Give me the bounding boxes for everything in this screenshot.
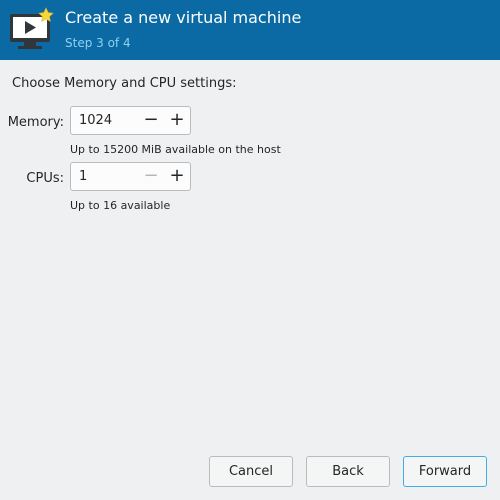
back-button[interactable]: Back [306,456,390,487]
cpus-label: CPUs: [26,171,64,186]
section-title: Choose Memory and CPU settings: [12,76,237,91]
cpus-spinbox[interactable]: − + [70,162,191,191]
memory-label: Memory: [7,115,64,130]
forward-button[interactable]: Forward [403,456,487,487]
cpus-decrement-button[interactable]: − [139,165,163,188]
cpus-hint: Up to 16 available [70,199,171,212]
memory-hint: Up to 15200 MiB available on the host [70,143,281,156]
memory-input[interactable] [79,113,134,128]
wizard-step-indicator: Step 3 of 4 [65,36,131,50]
memory-decrement-button[interactable]: − [139,109,163,132]
cpus-input[interactable] [79,169,134,184]
memory-increment-button[interactable]: + [165,109,189,132]
wizard-header: Create a new virtual machine Step 3 of 4 [0,0,500,60]
cpus-increment-button[interactable]: + [165,165,189,188]
memory-spinbox[interactable]: − + [70,106,191,135]
virtual-machine-new-icon [8,6,56,54]
cancel-button[interactable]: Cancel [209,456,293,487]
wizard-title: Create a new virtual machine [65,8,302,27]
